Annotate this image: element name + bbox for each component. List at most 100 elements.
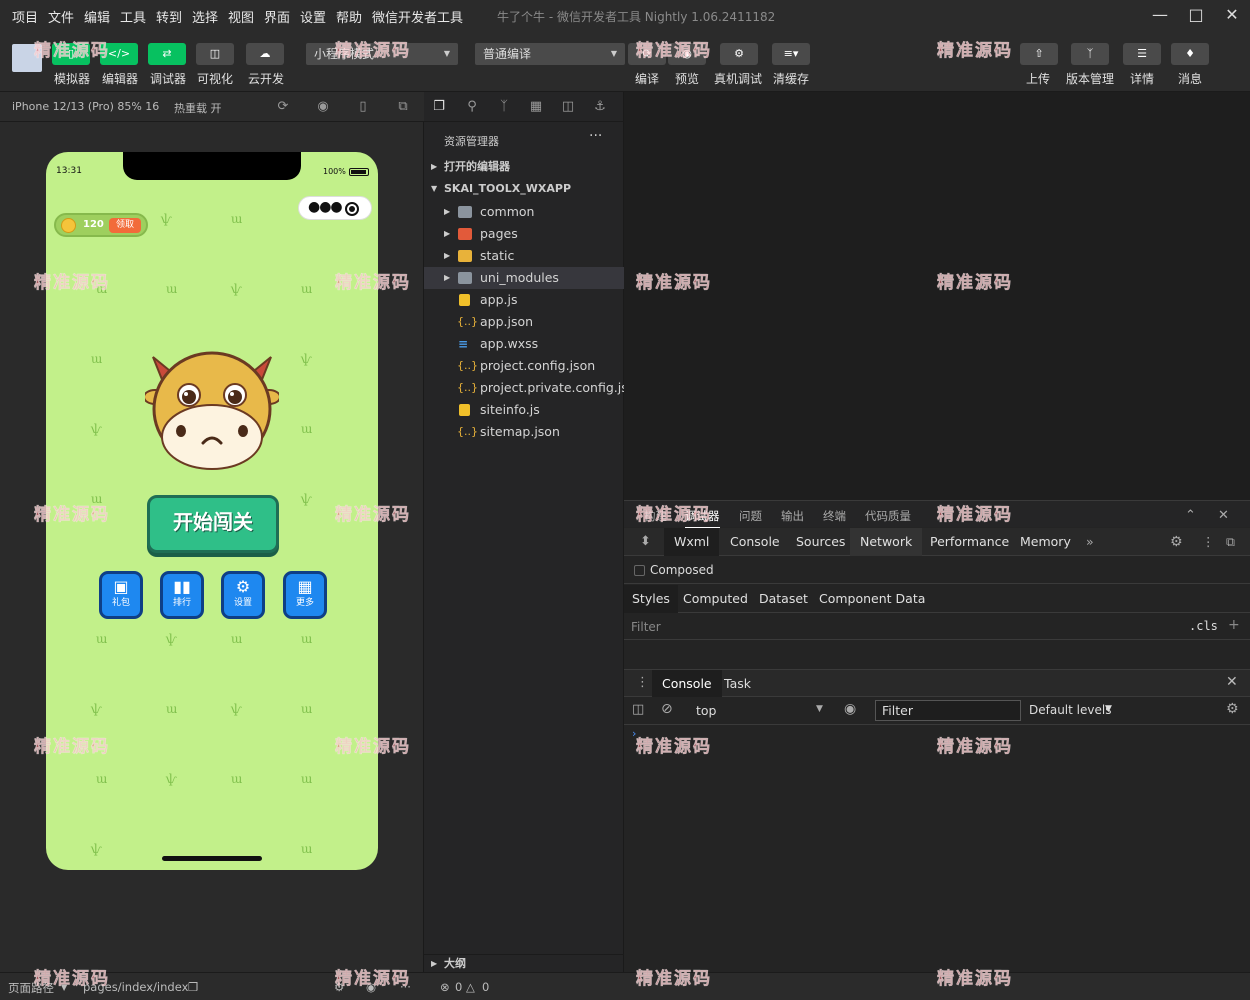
details-button[interactable]: ☰ [1123,43,1161,65]
debugger-toggle-button[interactable]: ⇄ [148,43,186,65]
file-item-static[interactable]: ▶ static [424,245,624,267]
device-icon[interactable]: ▯ [355,99,371,115]
messages-button[interactable]: ♦ [1171,43,1209,65]
gear-icon[interactable]: ⚙ [1226,701,1239,717]
miniprogram-capsule[interactable]: ●●● [298,196,372,220]
sidebar-toggle-icon[interactable]: ◫ [632,702,644,717]
files-icon[interactable]: ❐ [431,99,447,115]
cloud-button[interactable]: ☁ [246,43,284,65]
log-levels-select[interactable]: Default levels [1029,703,1111,717]
phone-screen[interactable]: 13:31 100% ●●● 120 领取 ѱ ɯ ɯ ɯ ѱ ɯ ɯ ѱ ѱ … [46,152,378,870]
tab-dataset[interactable]: Dataset [751,585,816,613]
remote-debug-button[interactable]: ⚙ [720,43,758,65]
more-button[interactable]: ▦ 更多 [283,571,327,619]
avatar[interactable] [12,44,42,72]
warning-icon[interactable]: △ [466,980,475,994]
more-icon[interactable]: ··· [400,980,411,994]
menu-interface[interactable]: 界面 [264,7,290,26]
editor-area[interactable] [624,92,1250,497]
tab-wxml[interactable]: Wxml [664,528,720,556]
tab-performance[interactable]: Performance [920,528,1019,556]
tab-styles[interactable]: Styles [624,585,678,613]
tab-computed[interactable]: Computed [675,585,756,613]
tab-network[interactable]: Network [850,528,923,556]
close-target-icon[interactable] [345,202,359,216]
hot-reload-toggle[interactable]: 热重载 开 [174,100,222,116]
settings-button[interactable]: ⚙ 设置 [221,571,265,619]
search-icon[interactable]: ⚲ [464,99,480,115]
tab-output[interactable]: 输出 [781,508,804,524]
storage-icon[interactable]: ◫ [560,99,576,115]
tab-console[interactable]: Console [720,528,790,556]
menu-settings[interactable]: 设置 [300,7,326,26]
menu-project[interactable]: 项目 [12,7,38,26]
tab-debugger[interactable]: 调试器 [685,508,720,528]
inspect-icon[interactable]: ⬍ [630,528,661,556]
tab-console-drawer[interactable]: Console [652,670,722,697]
compile-button[interactable]: ⟳ [628,43,666,65]
gift-button[interactable]: ▣ 礼包 [99,571,143,619]
open-editors-section[interactable]: ▶ 打开的编辑器 [424,156,624,178]
plus-icon[interactable]: + [1228,617,1240,633]
clear-cache-button[interactable]: ≡▾ [772,43,810,65]
file-item-app-wxss[interactable]: ≡ app.wxss [424,333,624,355]
file-item-sitemap[interactable]: {..} sitemap.json [424,421,624,443]
eye-icon[interactable]: ◉ [844,701,856,717]
composed-checkbox[interactable] [634,565,645,576]
more-icon[interactable]: ●●● [308,199,343,215]
tab-code-quality[interactable]: 代码质量 [865,508,911,524]
start-game-button[interactable]: 开始闯关 [147,495,279,553]
copy-icon[interactable]: ❐ [188,980,198,994]
file-item-uni-modules[interactable]: ▶ uni_modules [424,267,624,289]
styles-filter-input[interactable]: Filter [631,620,661,634]
file-item-pages[interactable]: ▶ pages [424,223,624,245]
rotate-icon[interactable]: ⟳ [275,99,291,115]
eye-icon[interactable]: ◉ [366,980,376,994]
extensions-icon[interactable]: ▦ [528,99,544,115]
overflow-chevron-icon[interactable]: » [1076,528,1104,556]
tab-memory[interactable]: Memory [1010,528,1081,556]
mode-select[interactable]: 小程序模式 ▼ [306,43,458,65]
clear-console-icon[interactable]: ⊘ [661,701,673,717]
menu-tools[interactable]: 工具 [120,7,146,26]
compile-select[interactable]: 普通编译 ▼ [475,43,625,65]
minimize-icon[interactable]: — [1148,4,1172,26]
page-path-label[interactable]: 页面路径 [8,980,54,996]
menu-goto[interactable]: 转到 [156,7,182,26]
file-item-app-json[interactable]: {..} app.json [424,311,624,333]
close-icon[interactable]: ✕ [1220,4,1244,26]
file-item-project-config[interactable]: {..} project.config.json [424,355,624,377]
menu-help[interactable]: 帮助 [336,7,362,26]
project-section[interactable]: ▼ SKAI_TOOLX_WXAPP [424,178,624,200]
chevron-down-icon[interactable]: ▼ [1105,704,1112,714]
file-item-common[interactable]: ▶ common [424,201,624,223]
menu-file[interactable]: 文件 [48,7,74,26]
kebab-menu-icon[interactable]: ⋮ [636,675,649,690]
tab-terminal[interactable]: 终端 [823,508,846,524]
maximize-icon[interactable]: □ [1184,4,1208,26]
claim-button[interactable]: 领取 [109,218,141,233]
menu-wechat-devtools[interactable]: 微信开发者工具 [372,7,463,26]
error-icon[interactable]: ⊗ [440,980,450,994]
file-item-app-js[interactable]: app.js [424,289,624,311]
chevron-up-icon[interactable]: ⌃ [1185,508,1196,523]
version-button[interactable]: ᛉ [1071,43,1109,65]
simulator-toggle-button[interactable]: ▯ [52,43,90,65]
rank-button[interactable]: ▮▮ 排行 [160,571,204,619]
chevron-down-icon[interactable]: ▼ [61,983,67,992]
close-icon[interactable]: ✕ [1226,674,1238,690]
close-icon[interactable]: ✕ [1218,508,1229,523]
console-output[interactable]: › [624,725,1250,973]
preview-button[interactable]: ◉ [668,43,706,65]
tab-problems[interactable]: 问题 [739,508,762,524]
visual-button[interactable]: ◫ [196,43,234,65]
console-filter-input[interactable]: Filter [875,700,1021,721]
cls-button[interactable]: .cls [1189,619,1218,633]
dock-icon[interactable]: ⧉ [1216,528,1245,556]
tab-build[interactable]: 构建 [644,508,667,524]
editor-toggle-button[interactable]: </> [100,43,138,65]
file-item-siteinfo[interactable]: siteinfo.js [424,399,624,421]
upload-button[interactable]: ⇧ [1020,43,1058,65]
tab-component-data[interactable]: Component Data [811,585,933,613]
tab-task[interactable]: Task [724,676,751,691]
